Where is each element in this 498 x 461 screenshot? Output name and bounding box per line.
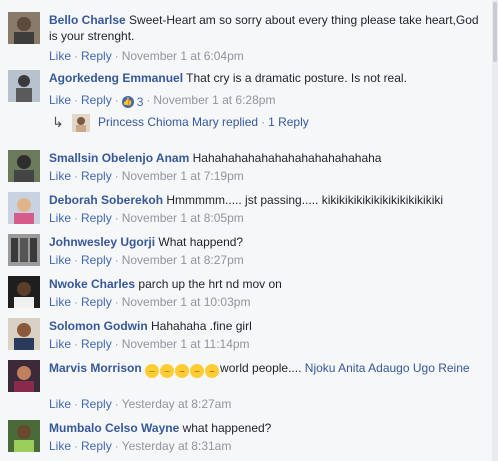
reply-count[interactable]: 1 Reply [268, 115, 309, 129]
comment: Bello Charlse Sweet-Heart am so sorry ab… [8, 12, 486, 68]
comment-timestamp[interactable]: Yesterday at 8:31am [122, 439, 232, 453]
comment-timestamp[interactable]: November 1 at 8:27pm [122, 253, 244, 267]
comment-author[interactable]: Mumbalo Celso Wayne [49, 421, 179, 435]
comment: Smallsin Obelenjo Anam Hahahahahahahahah… [8, 150, 486, 186]
laughing-emoji-icon: ⌣ [175, 364, 190, 378]
like-link[interactable]: Like [49, 337, 71, 351]
comment-timestamp[interactable]: November 1 at 6:28pm [153, 93, 275, 107]
reply-link[interactable]: Reply [81, 169, 112, 183]
comment-timestamp[interactable]: November 1 at 11:14pm [122, 337, 250, 351]
comment-actions: Like · Reply · 👍 3 · November 1 at 6:28pm [49, 93, 276, 110]
laughing-emoji-icon: ⌣ [190, 364, 205, 378]
scrollbar[interactable] [492, 0, 498, 461]
reply-link[interactable]: Reply [81, 295, 112, 309]
comment-text: What happend? [158, 235, 244, 249]
comment-text: That cry is a dramatic posture. Is not r… [186, 71, 407, 85]
avatar[interactable] [8, 150, 40, 182]
like-link[interactable]: Like [49, 397, 71, 411]
thumbs-up-icon: 👍 [121, 96, 134, 108]
reply-link[interactable]: Reply [81, 337, 112, 351]
comment-author[interactable]: Smallsin Obelenjo Anam [49, 151, 189, 165]
comment: Solomon Godwin Hahahaha .fine girl Like ·… [8, 318, 486, 354]
comment-actions: Like · Reply · November 1 at 8:05pm [49, 211, 244, 225]
comment: Nwoke Charles parch up the hrt nd mov on… [8, 276, 486, 312]
comment-actions: Like · Reply · Yesterday at 8:27am [49, 397, 232, 411]
reply-link[interactable]: Reply [81, 93, 112, 107]
avatar[interactable] [8, 192, 40, 224]
laughing-emoji-icon: ⌣ [145, 364, 160, 378]
emoji-row: ⌣ ⌣ ⌣ ⌣ ⌣ [145, 361, 220, 378]
comment: Agorkedeng Emmanuel That cry is a dramat… [8, 70, 486, 110]
avatar[interactable] [8, 318, 40, 350]
tagged-user-link[interactable]: Njoku Anita Adaugo Ugo Reine [305, 361, 470, 375]
comment: Marvis Morrison ⌣ ⌣ ⌣ ⌣ ⌣ world people.... Nj… [8, 360, 486, 411]
scrollbar-thumb[interactable] [493, 2, 497, 62]
like-link[interactable]: Like [49, 295, 71, 309]
comment-author[interactable]: Deborah Soberekoh [49, 193, 163, 207]
like-link[interactable]: Like [49, 439, 71, 453]
reply-link[interactable]: Reply [81, 49, 112, 63]
like-count[interactable]: 👍 3 [121, 94, 143, 110]
comment-actions: Like · Reply · November 1 at 8:27pm [49, 253, 244, 267]
like-link[interactable]: Like [49, 49, 71, 63]
comment: Johnwesley Ugorji What happend? Like · Rep… [8, 234, 486, 270]
laughing-emoji-icon: ⌣ [205, 364, 220, 378]
comment-text: Hmmmmm..... jst passing..... kikikikikik… [166, 193, 444, 207]
like-link[interactable]: Like [49, 253, 71, 267]
comment-text: parch up the hrt nd mov on [138, 277, 282, 291]
comment-actions: Like · Reply · November 1 at 6:04pm [49, 49, 244, 63]
comment-text: Hahahaha .fine girl [151, 319, 252, 333]
comment-actions: Like · Reply · Yesterday at 8:31am [49, 439, 232, 453]
avatar[interactable] [8, 420, 40, 452]
replies-preview[interactable]: ↳ Princess Chioma Mary replied · 1 Reply [52, 112, 472, 132]
comment-timestamp[interactable]: November 1 at 7:19pm [122, 169, 244, 183]
reply-arrow-icon: ↳ [52, 114, 64, 130]
reply-link[interactable]: Reply [81, 211, 112, 225]
reply-author[interactable]: Princess Chioma Mary [98, 115, 219, 129]
comment-text: Hahahahahahahahahahahahahaha [192, 151, 382, 165]
comment: Deborah Soberekoh Hmmmmm..... jst passin… [8, 192, 486, 228]
comment-author[interactable]: Nwoke Charles [49, 277, 135, 291]
comment-timestamp[interactable]: November 1 at 6:04pm [122, 49, 244, 63]
like-link[interactable]: Like [49, 211, 71, 225]
comment-timestamp[interactable]: November 1 at 8:05pm [122, 211, 244, 225]
avatar [72, 114, 90, 132]
comment-timestamp[interactable]: Yesterday at 8:27am [122, 397, 232, 411]
comment-actions: Like · Reply · November 1 at 11:14pm [49, 337, 250, 351]
avatar[interactable] [8, 234, 40, 266]
reply-link[interactable]: Reply [81, 253, 112, 267]
comment-author[interactable]: Marvis Morrison [49, 361, 142, 375]
comment-text: what happened? [182, 421, 272, 435]
laughing-emoji-icon: ⌣ [160, 364, 175, 378]
avatar[interactable] [8, 276, 40, 308]
reply-verb[interactable]: replied [222, 115, 258, 129]
comment-text: world people.... [220, 361, 302, 375]
comment: Mumbalo Celso Wayne what happened? Like ·… [8, 420, 486, 456]
comment-author[interactable]: Agorkedeng Emmanuel [49, 71, 183, 85]
comment-timestamp[interactable]: November 1 at 10:03pm [122, 295, 251, 309]
like-link[interactable]: Like [49, 93, 71, 107]
comment-author[interactable]: Johnwesley Ugorji [49, 235, 155, 249]
like-link[interactable]: Like [49, 169, 71, 183]
comment-author[interactable]: Bello Charlse [49, 13, 126, 27]
comment-author[interactable]: Solomon Godwin [49, 319, 148, 333]
reply-link[interactable]: Reply [81, 439, 112, 453]
comment-actions: Like · Reply · November 1 at 7:19pm [49, 169, 244, 183]
avatar[interactable] [8, 360, 40, 392]
comment-actions: Like · Reply · November 1 at 10:03pm [49, 295, 251, 309]
avatar[interactable] [8, 70, 40, 102]
avatar[interactable] [8, 12, 40, 44]
reply-link[interactable]: Reply [81, 397, 112, 411]
